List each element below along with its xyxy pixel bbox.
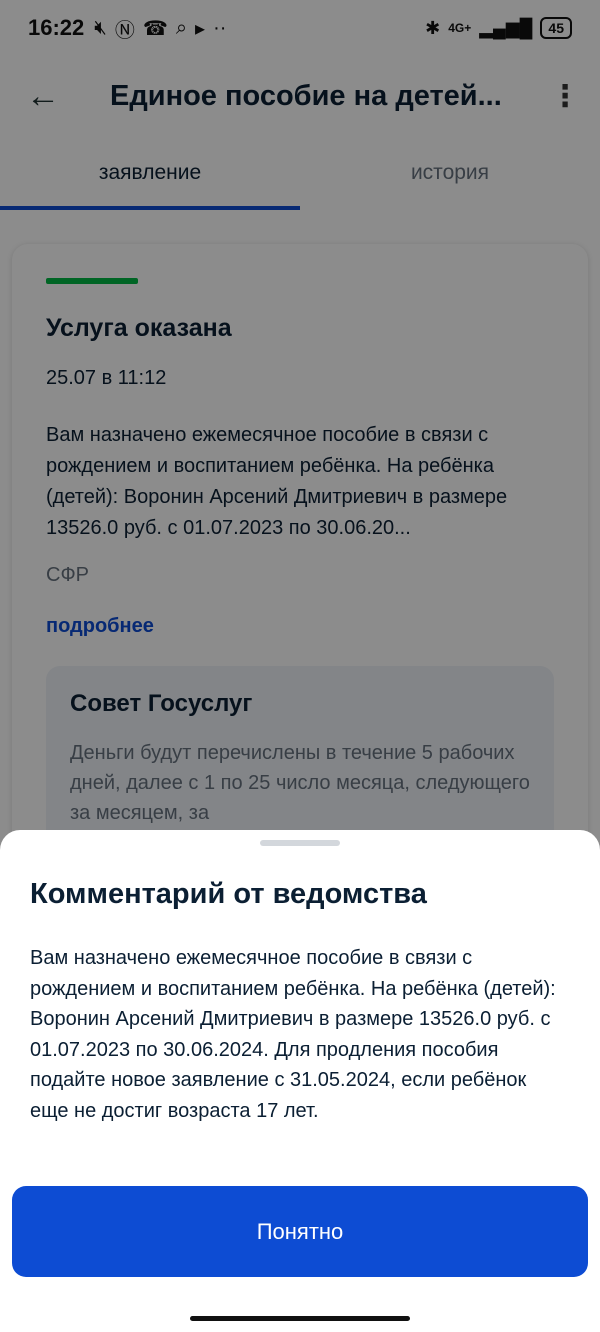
- sheet-drag-handle[interactable]: [260, 840, 340, 846]
- home-indicator[interactable]: [190, 1316, 410, 1321]
- sheet-text: Вам назначено ежемесячное пособие в связ…: [30, 947, 556, 1122]
- bottom-sheet: Комментарий от ведомства Вам назначено е…: [0, 830, 600, 1332]
- ok-button[interactable]: Понятно: [12, 1186, 588, 1277]
- sheet-title: Комментарий от ведомства: [30, 878, 427, 910]
